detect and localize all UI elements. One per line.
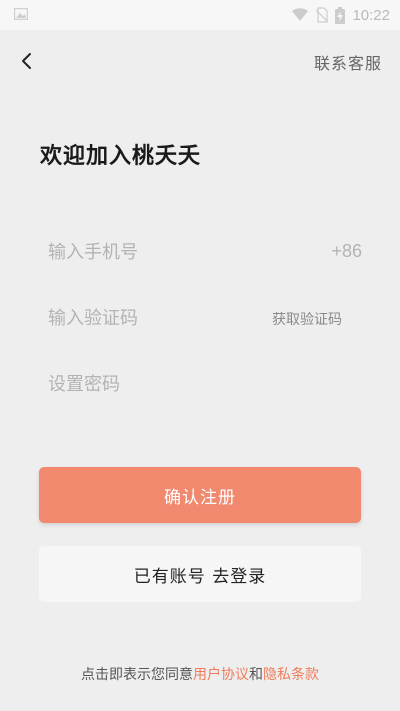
gallery-icon [14,8,28,20]
wifi-icon [292,8,309,21]
phone-field: +86 [40,232,362,272]
privacy-policy-link[interactable]: 隐私条款 [263,667,319,683]
status-icons: 10:22 [291,4,390,26]
customer-service-link[interactable]: 联系客服 [314,50,382,74]
password-field [40,364,362,404]
country-code[interactable]: +86 [331,241,362,262]
go-login-button[interactable]: 已有账号 去登录 [39,546,361,602]
agreement-prefix: 点击即表示您同意 [81,667,193,683]
back-button[interactable] [14,48,40,74]
status-time: 10:22 [352,6,390,24]
password-input[interactable] [48,364,268,404]
verification-code-input[interactable] [48,298,268,338]
status-bar: 10:22 [0,0,400,30]
agreement-and: 和 [249,667,263,683]
get-code-button[interactable]: 获取验证码 [272,309,342,329]
top-bar: 联系客服 [0,40,400,80]
page-title: 欢迎加入桃夭夭 [40,144,202,169]
confirm-register-button[interactable]: 确认注册 [39,467,361,523]
verification-code-field: 获取验证码 [40,298,362,338]
phone-input[interactable] [48,232,268,272]
battery-charging-icon [335,6,346,24]
user-agreement-link[interactable]: 用户协议 [193,667,249,683]
agreement-text: 点击即表示您同意用户协议和隐私条款 [0,664,400,684]
no-sim-icon [316,7,329,23]
back-arrow-icon [22,53,31,69]
